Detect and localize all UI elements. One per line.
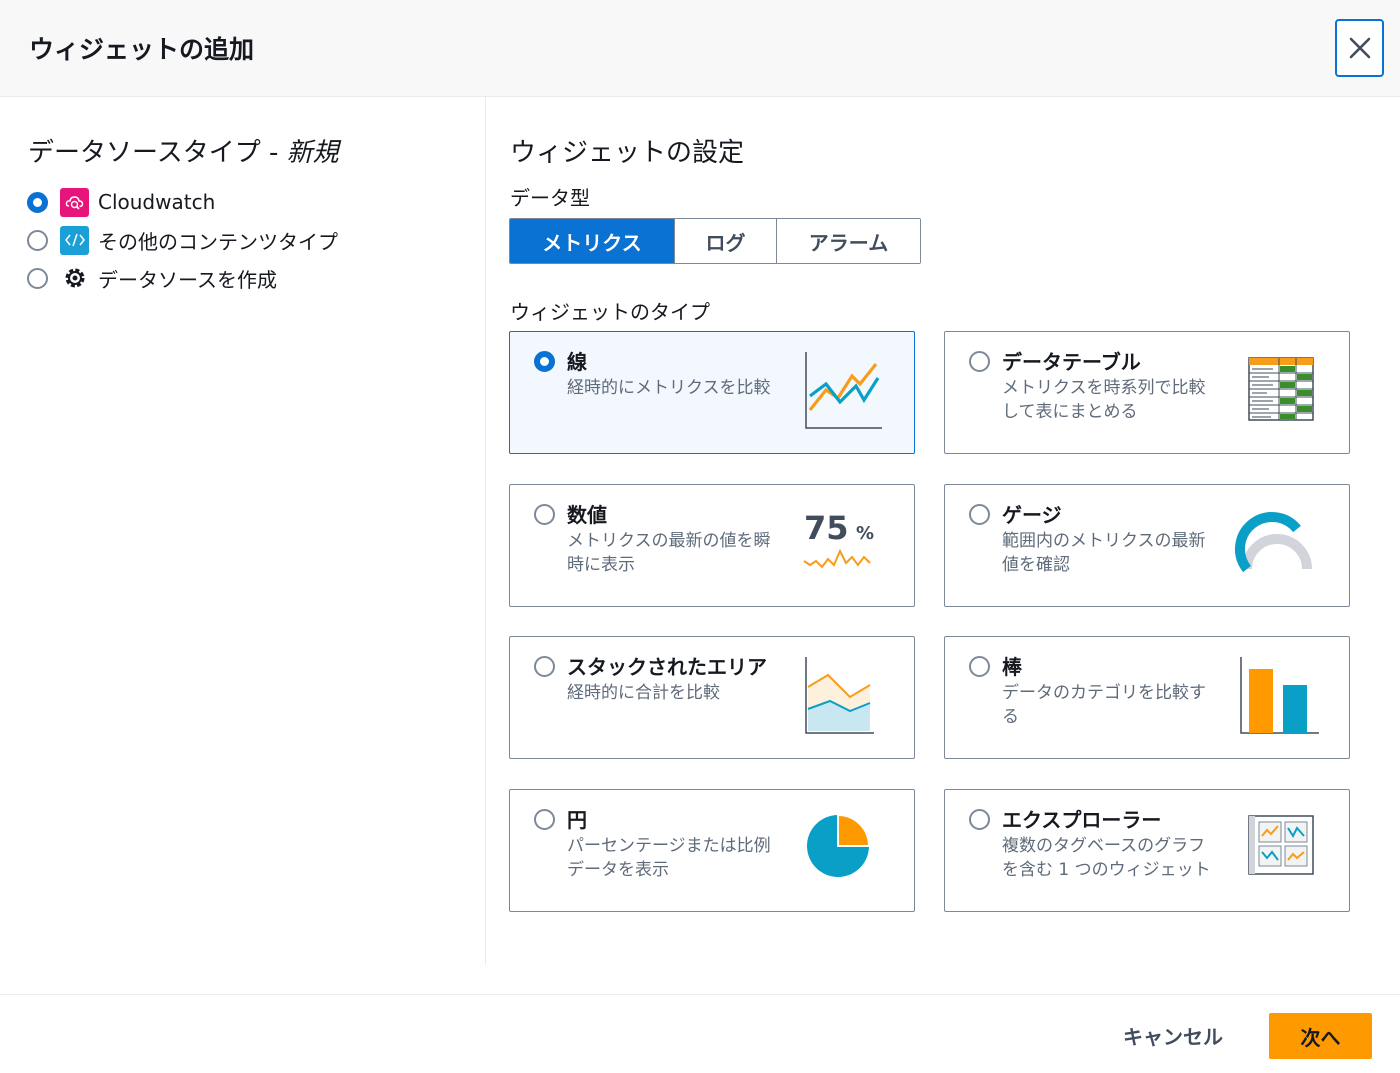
radio-unselected[interactable] [534, 809, 555, 830]
bar-chart-icon [1240, 657, 1319, 734]
widget-card-title: ゲージ [1002, 503, 1062, 527]
widget-card-desc: メトリクスを時系列で比較して表にまとめる [1002, 378, 1206, 422]
code-icon [60, 225, 89, 255]
line-chart-icon [805, 352, 882, 429]
widget-card-number[interactable]: 数値 メトリクスの最新の値を瞬時に表示 75 % [509, 484, 915, 607]
widget-card-title: 数値 [567, 503, 607, 527]
cloudwatch-icon [60, 187, 89, 217]
pie-chart-icon [807, 813, 871, 877]
widget-card-title: 棒 [1002, 655, 1022, 679]
widget-card-data-table[interactable]: データテーブル メトリクスを時系列で比較して表にまとめる [944, 331, 1350, 454]
radio-unselected[interactable] [27, 267, 48, 289]
data-table-icon [1248, 357, 1314, 421]
widget-card-desc: 範囲内のメトリクスの最新値を確認 [1002, 531, 1206, 575]
widget-card-gauge[interactable]: ゲージ 範囲内のメトリクスの最新値を確認 [944, 484, 1350, 607]
data-type-logs[interactable]: ログ [675, 219, 777, 263]
data-source-option-label: その他のコンテンツタイプ [98, 229, 338, 254]
data-source-new-tag: 新規 [286, 138, 339, 168]
widget-card-title: データテーブル [1002, 350, 1141, 374]
widget-type-label: ウィジェットのタイプ [510, 300, 710, 324]
modal-footer: キャンセル 次へ [0, 994, 1400, 1073]
close-icon [1349, 37, 1370, 59]
radio-unselected[interactable] [969, 351, 990, 372]
widget-card-stacked-area[interactable]: スタックされたエリア 経時的に合計を比較 [509, 636, 915, 759]
radio-unselected[interactable] [534, 504, 555, 525]
number-icon: 75 % [803, 509, 874, 569]
widget-card-desc: 複数のタグベースのグラフを含む 1 つのウィジェット [1002, 836, 1211, 880]
widget-card-line[interactable]: 線 経時的にメトリクスを比較 [509, 331, 915, 454]
data-source-option-create[interactable]: データソースを作成 [27, 263, 277, 293]
widget-card-bar[interactable]: 棒 データのカテゴリを比較する [944, 636, 1350, 759]
modal-title: ウィジェットの追加 [29, 35, 255, 64]
data-source-option-other[interactable]: その他のコンテンツタイプ [27, 225, 338, 255]
widget-card-title: スタックされたエリア [567, 655, 767, 679]
next-button[interactable]: 次へ [1269, 1013, 1372, 1059]
close-button[interactable] [1335, 19, 1384, 77]
data-source-panel: データソースタイプ - 新規 Cloudwatch その他のコンテンツタイプ デ… [0, 97, 486, 965]
widget-card-title: エクスプローラー [1002, 808, 1162, 832]
number-icon-value: 75 [804, 509, 849, 547]
radio-unselected[interactable] [534, 656, 555, 677]
explorer-icon [1248, 815, 1314, 875]
widget-card-desc: 経時的にメトリクスを比較 [567, 378, 771, 398]
data-type-segmented-control: メトリクス ログ アラーム [509, 218, 921, 264]
radio-unselected[interactable] [969, 656, 990, 677]
radio-unselected[interactable] [969, 504, 990, 525]
radio-selected[interactable] [534, 351, 555, 372]
data-source-option-label: Cloudwatch [98, 190, 216, 214]
widget-card-desc: データのカテゴリを比較する [1002, 683, 1206, 727]
data-type-metrics[interactable]: メトリクス [510, 219, 675, 263]
widget-card-explorer[interactable]: エクスプローラー 複数のタグベースのグラフを含む 1 つのウィジェット [944, 789, 1350, 912]
gear-icon [60, 264, 89, 293]
widget-card-desc: メトリクスの最新の値を瞬時に表示 [567, 531, 771, 575]
radio-unselected[interactable] [27, 229, 48, 251]
cancel-button[interactable]: キャンセル [1106, 1012, 1240, 1059]
data-source-title: データソースタイプ - 新規 [28, 132, 339, 169]
widget-card-title: 線 [567, 350, 587, 374]
widget-card-desc: パーセンテージまたは比例データを表示 [567, 836, 771, 880]
data-source-option-label: データソースを作成 [98, 267, 277, 292]
number-icon-unit: % [856, 523, 874, 544]
radio-selected[interactable] [27, 191, 48, 213]
stacked-area-icon [805, 657, 874, 734]
widget-card-title: 円 [567, 808, 587, 832]
data-type-alarms[interactable]: アラーム [777, 219, 920, 263]
widget-settings-title: ウィジェットの設定 [510, 138, 745, 168]
data-type-label: データ型 [510, 186, 590, 210]
widget-card-desc: 経時的に合計を比較 [567, 683, 720, 703]
data-source-title-text: データソースタイプ - [28, 138, 279, 168]
radio-unselected[interactable] [969, 809, 990, 830]
data-source-option-cloudwatch[interactable]: Cloudwatch [27, 187, 215, 217]
modal-header: ウィジェットの追加 [0, 0, 1400, 97]
widget-card-pie[interactable]: 円 パーセンテージまたは比例データを表示 [509, 789, 915, 912]
gauge-icon [1235, 512, 1312, 573]
